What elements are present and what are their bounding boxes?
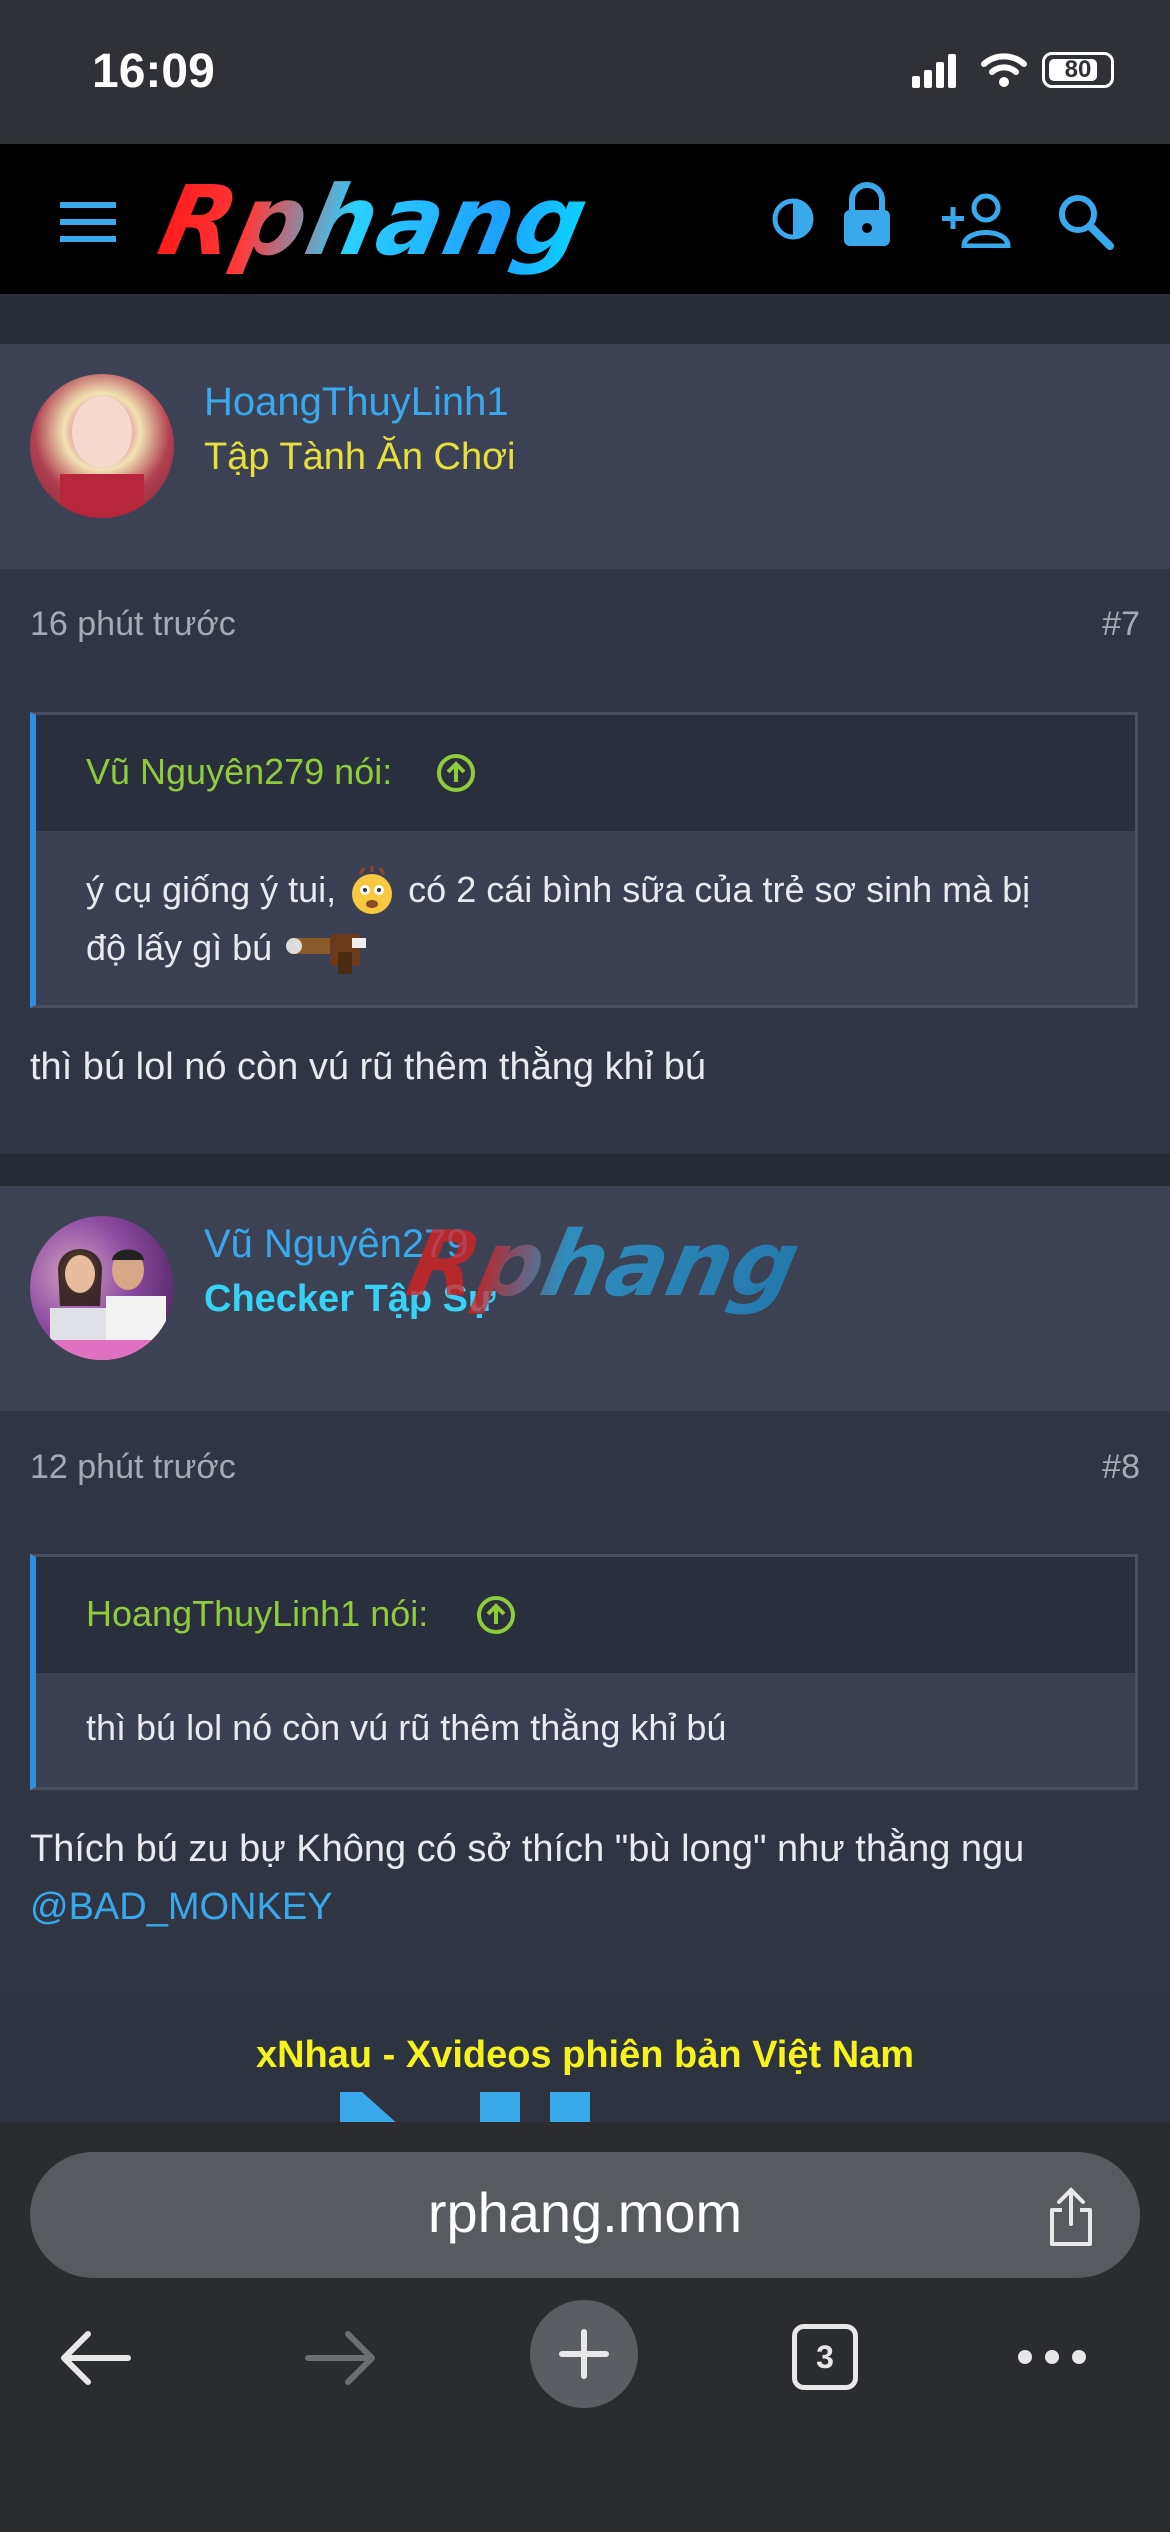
arrow-up-circle-icon[interactable] [436,753,476,793]
post-message-text: Thích bú zu bự Không có sở thích "bù lon… [30,1828,1025,1870]
forward-icon[interactable] [304,2330,378,2386]
status-icons: 80 [912,52,1114,88]
lock-icon[interactable] [840,182,894,248]
browser-toolbar: rphang.mom 3 [0,2122,1170,2532]
watermark-logo: Rphang [398,1212,809,1317]
quote-text: có 2 cái bình sữa của trẻ sơ sinh mà bị [408,869,1031,910]
post-time[interactable]: 16 phút trước [30,605,236,644]
user-title: Tập Tành Ăn Chơi [204,436,516,478]
search-icon[interactable] [1056,192,1114,250]
quote-author[interactable]: HoangThuyLinh1 nói: [86,1593,428,1635]
quote-content: ý cụ giống ý tui, có 2 cái bình sữa của … [36,831,1135,1005]
theme-toggle-icon[interactable] [770,196,816,242]
url-text[interactable]: rphang.mom [30,2180,1140,2245]
ad-text[interactable]: xNhau - Xvideos phiên bản Việt Nam [0,2034,1170,2077]
post-separator [0,1154,1170,1186]
scared-emoji-icon [352,866,393,915]
quote-text: ý cụ giống ý tui, [86,869,337,910]
tab-count: 3 [816,2339,834,2375]
post-number[interactable]: #7 [1102,605,1140,644]
ad-banner[interactable]: xNhau - Xvideos phiên bản Việt Nam [0,1994,1170,2122]
status-time: 16:09 [92,45,215,98]
avatar[interactable] [30,1216,174,1360]
quote-text: độ lấy gì bú [86,927,273,968]
menu-icon[interactable] [60,200,120,244]
post-number[interactable]: #8 [1102,1448,1140,1487]
quote-block: Vũ Nguyên279 nói: ý cụ giống ý tui, có 2… [30,712,1138,1008]
post-message: Thích bú zu bự Không có sở thích "bù lon… [30,1820,1140,1936]
address-bar[interactable]: rphang.mom [30,2152,1140,2278]
post-message: thì bú lol nó còn vú rũ thêm thằng khỉ b… [30,1046,706,1088]
gun-emoji-icon [286,934,367,975]
username[interactable]: HoangThuyLinh1 [204,380,509,425]
arrow-up-circle-icon[interactable] [476,1595,516,1635]
new-tab-button[interactable] [530,2300,638,2408]
battery-icon: 80 [1042,52,1114,88]
back-icon[interactable] [58,2330,132,2386]
quote-block: HoangThuyLinh1 nói: thì bú lol nó còn vú… [30,1554,1138,1790]
user-mention-link[interactable]: @BAD_MONKEY [30,1886,333,1928]
quote-header: HoangThuyLinh1 nói: [36,1557,1135,1673]
quote-author[interactable]: Vũ Nguyên279 nói: [86,751,392,793]
add-user-icon[interactable] [942,192,1014,248]
tabs-button[interactable]: 3 [792,2324,858,2390]
status-bar: 16:09 80 [0,0,1170,144]
site-logo[interactable]: Rphang [150,165,599,277]
more-icon[interactable] [1016,2348,1088,2366]
quote-content: thì bú lol nó còn vú rũ thêm thằng khỉ b… [36,1673,1135,1787]
post-time[interactable]: 12 phút trước [30,1448,236,1487]
post-header: HoangThuyLinh1 Tập Tành Ăn Chơi [0,344,1170,572]
quote-header: Vũ Nguyên279 nói: [36,715,1135,831]
plus-icon [559,2329,609,2379]
quote-text: thì bú lol nó còn vú rũ thêm thằng khỉ b… [86,1707,727,1748]
avatar[interactable] [30,374,174,518]
ad-logo-icon [340,2092,590,2122]
signal-icon [912,54,956,88]
share-icon[interactable] [1046,2186,1096,2248]
wifi-icon [981,53,1027,87]
